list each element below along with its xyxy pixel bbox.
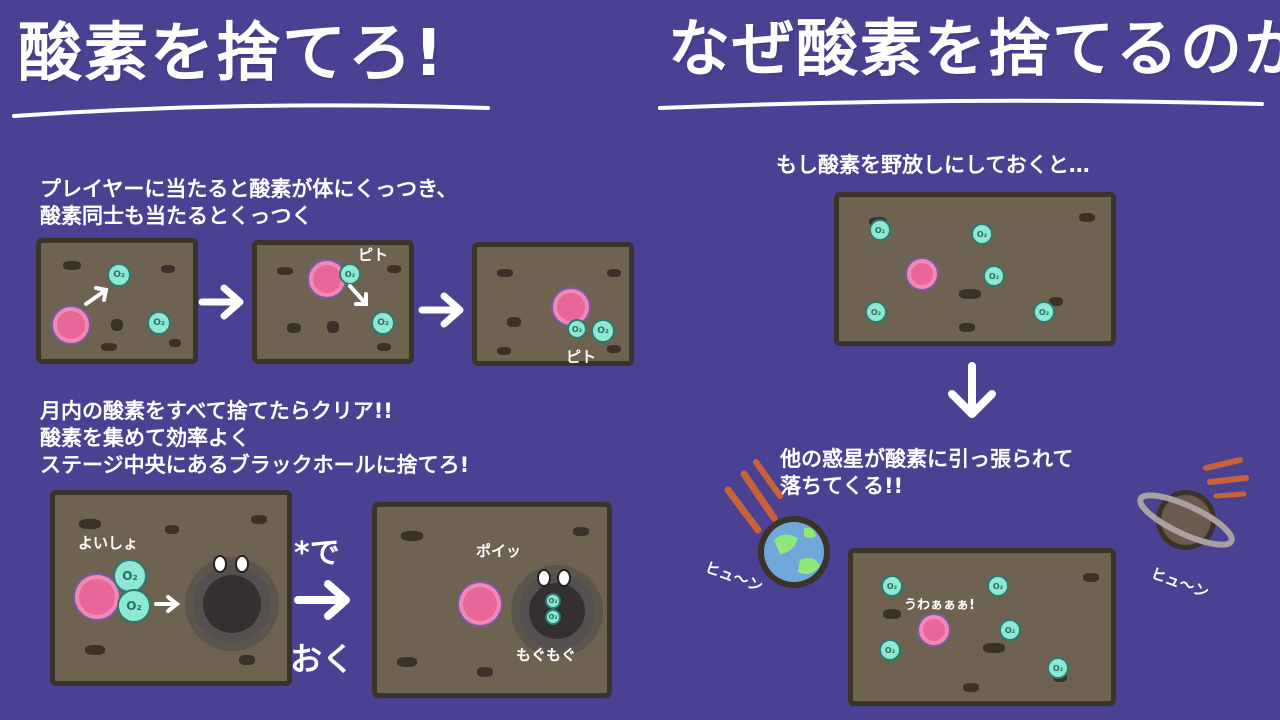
stage-panel-4: O₂ O₂ <box>50 490 292 686</box>
ringed-planet-icon <box>1137 457 1249 550</box>
pito-text-2: ピト <box>566 348 597 366</box>
left-caption2-line1: 月内の酸素をすべて捨てたらクリア!! <box>40 399 393 423</box>
earth-planet-icon <box>724 459 830 588</box>
oxygen-bubble: O₂ <box>983 265 1005 287</box>
oxygen-bubble: O₂ <box>869 219 891 241</box>
oxygen-bubble: O₂ <box>1047 657 1069 679</box>
left-caption2-line2: 酸素を集めて効率よく <box>40 426 250 450</box>
oxygen-bubble: O₂ <box>545 609 561 625</box>
right-arrow-icon <box>198 284 244 320</box>
oxygen-bubble: O₂ <box>147 311 171 335</box>
black-hole-eye <box>537 569 551 587</box>
push-arrow-icon <box>154 595 181 613</box>
oxygen-bubble: O₂ <box>113 559 147 593</box>
stage-panel-5: O₂ O₂ <box>372 502 612 698</box>
left-caption1-line1: プレイヤーに当たると酸素が体にくっつき、 <box>40 177 458 201</box>
oxygen-bubble: O₂ <box>971 223 993 245</box>
player-flower <box>923 619 945 641</box>
arrow-top-text: *で <box>294 536 340 571</box>
arrow-bottom-text: おく <box>290 640 355 678</box>
black-hole-eye <box>235 555 249 573</box>
right-title: なぜ酸素を捨てるのか <box>668 12 1280 85</box>
player-flower <box>79 579 115 615</box>
stage-panel-3: O₂ O₂ <box>472 242 634 366</box>
mogumogu-text: もぐもぐ <box>516 646 577 664</box>
poi-text: ポイッ <box>476 542 522 560</box>
player-flower <box>557 293 585 321</box>
stage-panel-right-top: O₂ O₂ O₂ O₂ O₂ <box>834 192 1116 346</box>
right-caption1: もし酸素を野放しにしておくと… <box>776 153 1090 177</box>
oxygen-bubble: O₂ <box>591 319 615 343</box>
oxygen-bubble: O₂ <box>865 301 887 323</box>
left-caption1-line2: 酸素同士も当たるとくっつく <box>40 204 313 228</box>
black-hole-eye <box>557 569 571 587</box>
player-flower <box>463 587 497 621</box>
player-flower <box>313 265 341 293</box>
stage-panel-right-bottom: O₂ O₂ O₂ O₂ O₂ <box>848 548 1116 706</box>
down-arrow-icon <box>948 362 996 418</box>
left-caption2-line3: ステージ中央にあるブラックホールに捨てろ! <box>40 453 470 477</box>
uwa-text: うわぁぁぁ! <box>904 598 975 613</box>
oxygen-bubble: O₂ <box>1033 301 1055 323</box>
oxygen-bubble: O₂ <box>879 639 901 661</box>
oxygen-bubble: O₂ <box>545 593 561 609</box>
oxygen-bubble: O₂ <box>371 311 395 335</box>
move-arrow-icon <box>348 284 368 306</box>
move-arrow-icon <box>84 286 109 306</box>
player-flower <box>911 263 933 285</box>
oxygen-bubble: O₂ <box>881 575 903 597</box>
yoisho-text: よいしょ <box>78 534 139 552</box>
player-flower <box>57 311 85 339</box>
oxygen-bubble: O₂ <box>987 575 1009 597</box>
oxygen-bubble: O₂ <box>999 619 1021 641</box>
right-arrow-icon <box>294 580 350 620</box>
black-hole-eye <box>213 555 227 573</box>
oxygen-bubble: O₂ <box>117 589 151 623</box>
oxygen-bubble: O₂ <box>567 319 587 339</box>
stage-panel-2: O₂ O₂ <box>252 240 414 364</box>
pito-text-1: ピト <box>358 246 389 264</box>
black-hole <box>203 575 261 633</box>
right-arrow-icon <box>418 292 464 328</box>
